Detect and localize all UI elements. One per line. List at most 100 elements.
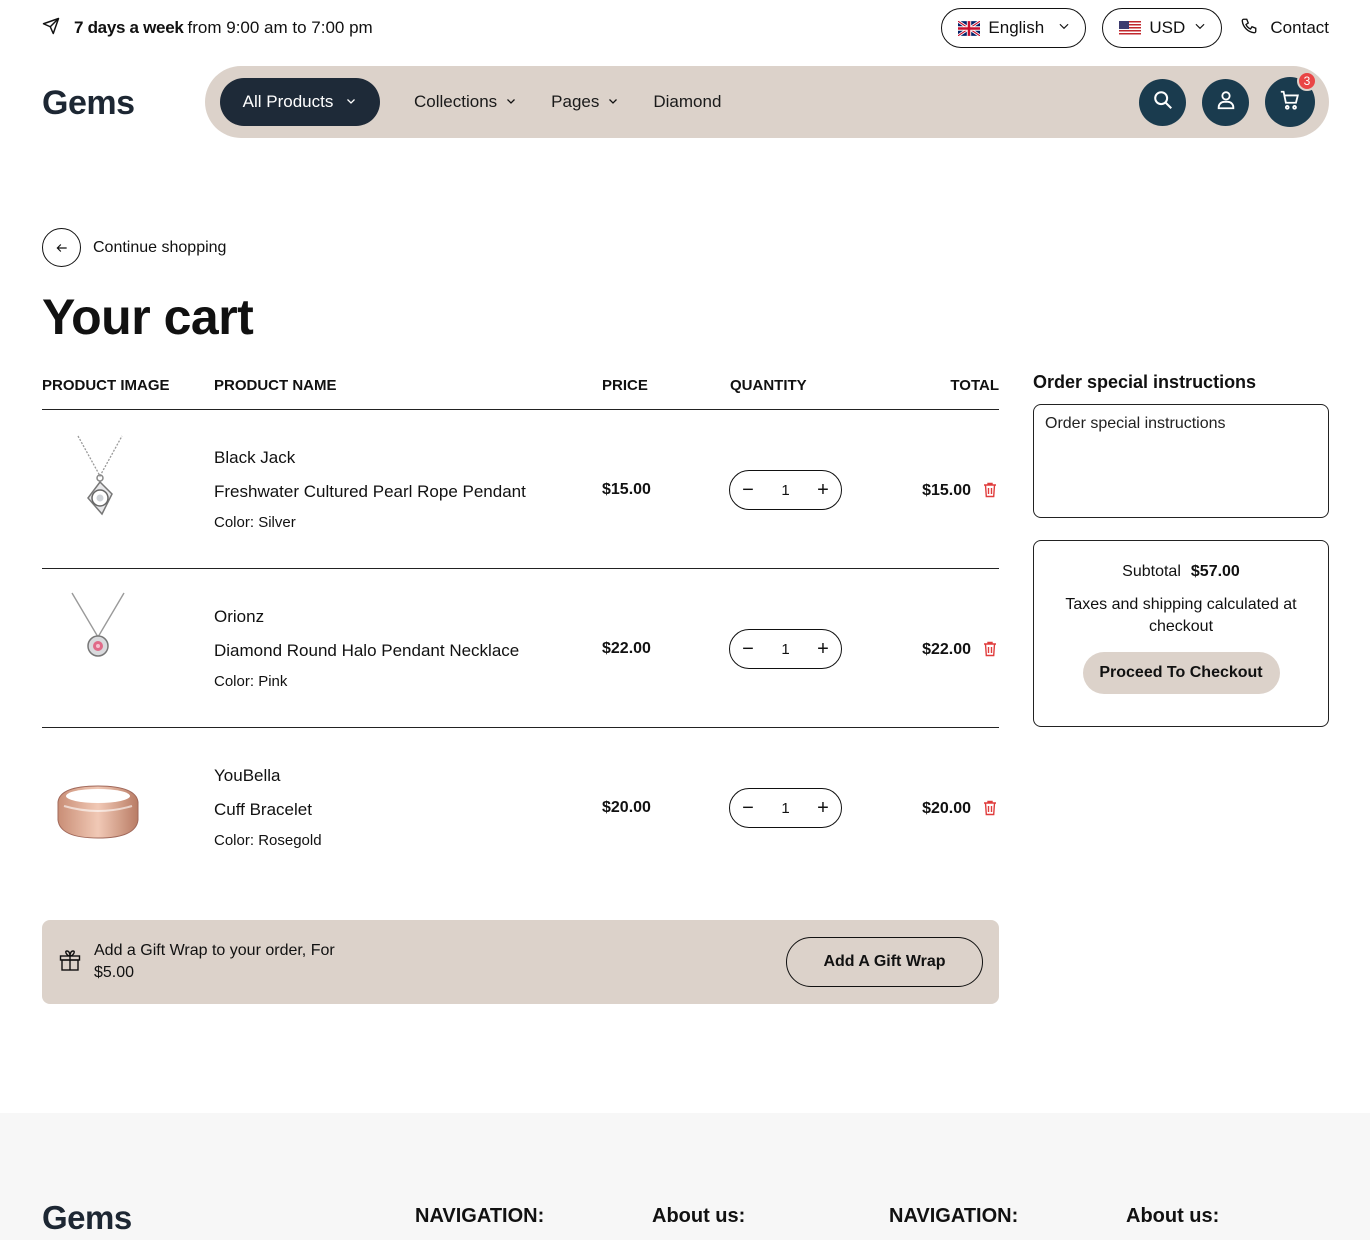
cart-table-header: PRODUCT IMAGE PRODUCT NAME PRICE QUANTIT…: [42, 374, 999, 410]
cart-icon: [1279, 89, 1301, 116]
phone-icon: [1240, 17, 1258, 40]
nav-diamond-label: Diamond: [653, 92, 722, 111]
site-logo[interactable]: Gems: [42, 84, 135, 123]
product-vendor: YouBella: [214, 766, 281, 785]
currency-select[interactable]: USD: [1102, 8, 1223, 48]
footer-heading: About us:: [652, 1205, 746, 1227]
line-total: $20.00: [922, 800, 971, 817]
quantity-stepper: − 1 +: [729, 629, 842, 669]
product-vendor: Black Jack: [214, 448, 296, 467]
cart-row: Black Jack Freshwater Cultured Pearl Rop…: [42, 410, 999, 569]
gift-wrap-banner: Add a Gift Wrap to your order, For $5.00…: [42, 920, 999, 1004]
language-label: English: [988, 18, 1045, 37]
variant-value: Rosegold: [258, 832, 322, 849]
checkout-button[interactable]: Proceed To Checkout: [1082, 652, 1280, 694]
continue-shopping-link[interactable]: Continue shopping: [42, 228, 226, 267]
col-quantity: QUANTITY: [730, 377, 807, 394]
arrow-left-icon: [42, 228, 81, 267]
plus-icon[interactable]: +: [813, 797, 833, 819]
product-image[interactable]: [50, 428, 146, 524]
contact-link[interactable]: Contact: [1240, 17, 1329, 40]
quantity-value[interactable]: 1: [781, 800, 789, 817]
nav-pages[interactable]: Pages: [551, 92, 619, 112]
nav-collections-label: Collections: [414, 92, 498, 111]
quantity-value[interactable]: 1: [781, 482, 789, 499]
product-price: $22.00: [602, 640, 651, 657]
variant-label: Color:: [214, 514, 255, 531]
nav-collections[interactable]: Collections: [414, 92, 517, 112]
gift-wrap-text: Add a Gift Wrap to your order, For $5.00: [94, 942, 335, 981]
product-vendor: Orionz: [214, 607, 265, 626]
search-icon: [1152, 89, 1174, 116]
product-price: $20.00: [602, 799, 651, 816]
main-nav: All Products Collections Pages Diamond 3: [205, 66, 1329, 138]
footer-heading: About us:: [1126, 1205, 1220, 1227]
subtotal: Subtotal $57.00: [1034, 563, 1328, 581]
chevron-down-icon: [1193, 18, 1207, 38]
minus-icon[interactable]: −: [738, 797, 758, 819]
cart-row: YouBella Cuff Bracelet Color: Rosegold $…: [42, 728, 999, 887]
order-summary: Subtotal $57.00 Taxes and shipping calcul…: [1033, 540, 1329, 727]
quantity-value[interactable]: 1: [781, 641, 789, 658]
product-image[interactable]: [50, 746, 146, 842]
quantity-stepper: − 1 +: [729, 788, 842, 828]
contact-label: Contact: [1270, 18, 1329, 37]
trash-icon[interactable]: [983, 482, 997, 498]
footer-logo[interactable]: Gems: [42, 1199, 132, 1237]
uk-flag-icon: [958, 20, 981, 36]
all-products-label: All Products: [242, 92, 334, 111]
footer-heading: NAVIGATION:: [415, 1205, 545, 1227]
account-button[interactable]: [1202, 78, 1249, 126]
trash-icon[interactable]: [983, 641, 997, 657]
product-name-link[interactable]: Freshwater Cultured Pearl Rope Pendant: [214, 482, 526, 502]
product-name-link[interactable]: Diamond Round Halo Pendant Necklace: [214, 641, 519, 661]
instructions-title: Order special instructions: [1033, 372, 1257, 392]
chevron-down-icon: [345, 92, 357, 112]
product-variant: Color: Rosegold: [214, 832, 322, 849]
line-total: $22.00: [922, 641, 971, 658]
order-instructions-input[interactable]: [1033, 404, 1329, 518]
nav-diamond[interactable]: Diamond: [653, 92, 721, 112]
variant-label: Color:: [214, 673, 255, 690]
tax-note: Taxes and shipping calculated at checkou…: [1065, 596, 1297, 635]
us-flag-icon: [1119, 20, 1142, 36]
plus-icon[interactable]: +: [813, 638, 833, 660]
variant-value: Silver: [258, 514, 296, 531]
product-variant: Color: Pink: [214, 673, 287, 690]
cart-row: Orionz Diamond Round Halo Pendant Neckla…: [42, 569, 999, 728]
user-icon: [1215, 89, 1237, 116]
col-price: PRICE: [602, 377, 648, 394]
cart-count-badge: 3: [1297, 71, 1317, 91]
search-button[interactable]: [1139, 78, 1186, 126]
product-image[interactable]: [50, 587, 146, 683]
minus-icon[interactable]: −: [738, 479, 758, 501]
opening-hours: 7 days a week from 9:00 am to 7:00 pm: [42, 17, 373, 40]
variant-value: Pink: [258, 673, 288, 690]
product-variant: Color: Silver: [214, 514, 296, 531]
chevron-down-icon: [505, 92, 517, 112]
nav-pages-label: Pages: [551, 92, 600, 111]
add-gift-wrap-button[interactable]: Add A Gift Wrap: [786, 937, 983, 987]
subtotal-label: Subtotal: [1122, 563, 1181, 580]
product-name-link[interactable]: Cuff Bracelet: [214, 800, 312, 820]
minus-icon[interactable]: −: [738, 638, 758, 660]
opening-time: from 9:00 am to 7:00 pm: [187, 18, 373, 37]
quantity-stepper: − 1 +: [729, 470, 842, 510]
col-total: TOTAL: [950, 377, 999, 394]
gift-icon: [58, 948, 82, 977]
opening-days: 7 days a week: [74, 18, 184, 37]
col-product-name: PRODUCT NAME: [214, 377, 337, 394]
chevron-down-icon: [1057, 18, 1071, 38]
cart-button[interactable]: 3: [1265, 71, 1317, 127]
plus-icon[interactable]: +: [813, 479, 833, 501]
all-products-button[interactable]: All Products: [220, 78, 380, 126]
variant-label: Color:: [214, 832, 255, 849]
product-price: $15.00: [602, 481, 651, 498]
language-select[interactable]: English: [941, 8, 1087, 48]
trash-icon[interactable]: [983, 800, 997, 816]
subtotal-value: $57.00: [1190, 563, 1240, 580]
footer: Gems NAVIGATION: About us: NAVIGATION: A…: [0, 1113, 1370, 1240]
currency-label: USD: [1149, 18, 1186, 37]
continue-shopping-label: Continue shopping: [93, 238, 227, 256]
line-total: $15.00: [922, 482, 971, 499]
